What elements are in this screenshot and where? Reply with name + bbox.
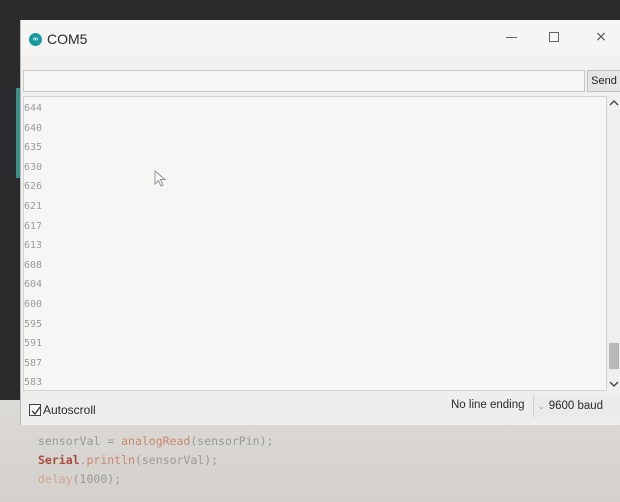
window-title: COM5 <box>47 31 88 47</box>
minimize-button[interactable] <box>491 22 531 52</box>
autoscroll-label: Autoscroll <box>43 403 96 417</box>
output-line: 600 <box>24 298 43 310</box>
code-token: (sensorPin); <box>190 434 274 448</box>
serial-input[interactable] <box>23 70 585 92</box>
scroll-up-icon[interactable] <box>607 96 620 110</box>
code-token: println <box>86 453 135 467</box>
output-line: 591 <box>24 338 43 350</box>
chevron-down-icon: ⌄ <box>538 401 545 411</box>
code-token: (sensorVal); <box>134 453 219 467</box>
serial-output[interactable]: 644 640 635 630 626 621 617 613 608 604 600 595 591 5… <box>23 96 607 391</box>
baud-rate-select[interactable]: ⌄ 9600 baud <box>533 395 620 417</box>
close-icon: × <box>595 29 607 45</box>
autoscroll-toggle[interactable]: Autoscroll <box>29 403 96 417</box>
code-line-1: sensorVal = analogRead(sensorPin); <box>38 432 273 451</box>
send-button[interactable]: Send <box>587 70 620 92</box>
code-token: (1000); <box>72 472 122 486</box>
output-line: 613 <box>24 240 43 252</box>
code-token: sensorVal <box>38 434 101 448</box>
output-line: 630 <box>24 161 43 173</box>
minimize-icon <box>505 36 517 38</box>
code-token: Serial <box>38 453 80 467</box>
output-line: 635 <box>24 142 43 154</box>
scroll-down-icon[interactable] <box>607 377 620 391</box>
maximize-icon <box>549 32 559 42</box>
check-icon <box>31 406 41 416</box>
code-line-2: Serial.println(sensorVal); <box>38 451 273 470</box>
output-scrollbar[interactable] <box>607 96 620 391</box>
output-line: 621 <box>24 200 43 212</box>
line-ending-select[interactable]: No line ending <box>451 399 525 411</box>
code-line-3: delay(1000); <box>38 470 273 489</box>
title-bar[interactable]: ∞ COM5 × <box>21 20 620 56</box>
output-line: 595 <box>24 318 43 330</box>
output-line: 617 <box>24 220 43 232</box>
output-line: 587 <box>24 357 43 369</box>
mouse-pointer-icon <box>154 170 167 187</box>
output-lines: 644 640 635 630 626 621 617 613 608 604 600 595 591 5… <box>24 99 43 390</box>
output-line: 626 <box>24 181 43 193</box>
arduino-icon: ∞ <box>29 33 42 46</box>
output-line: 583 <box>24 377 43 389</box>
code-token: = <box>100 434 122 448</box>
maximize-button[interactable] <box>534 22 574 52</box>
editor-code: sensorVal = analogRead(sensorPin); Seria… <box>38 432 273 489</box>
autoscroll-checkbox[interactable] <box>29 404 41 416</box>
output-line: 644 <box>24 103 43 114</box>
baud-rate-value: 9600 baud <box>548 400 604 412</box>
scroll-thumb[interactable] <box>609 343 619 369</box>
output-line: 604 <box>24 279 43 291</box>
serial-monitor-window: ∞ COM5 × Send 644 640 635 630 626 621 617 613 60… <box>20 20 620 425</box>
send-row: Send <box>21 70 620 94</box>
output-line: 608 <box>24 259 43 271</box>
status-bar: Autoscroll No line ending ⌄ 9600 baud <box>21 392 620 425</box>
code-token: delay <box>38 472 73 486</box>
output-line: 640 <box>24 122 43 134</box>
code-token: analogRead <box>121 434 191 448</box>
close-button[interactable]: × <box>581 22 620 52</box>
